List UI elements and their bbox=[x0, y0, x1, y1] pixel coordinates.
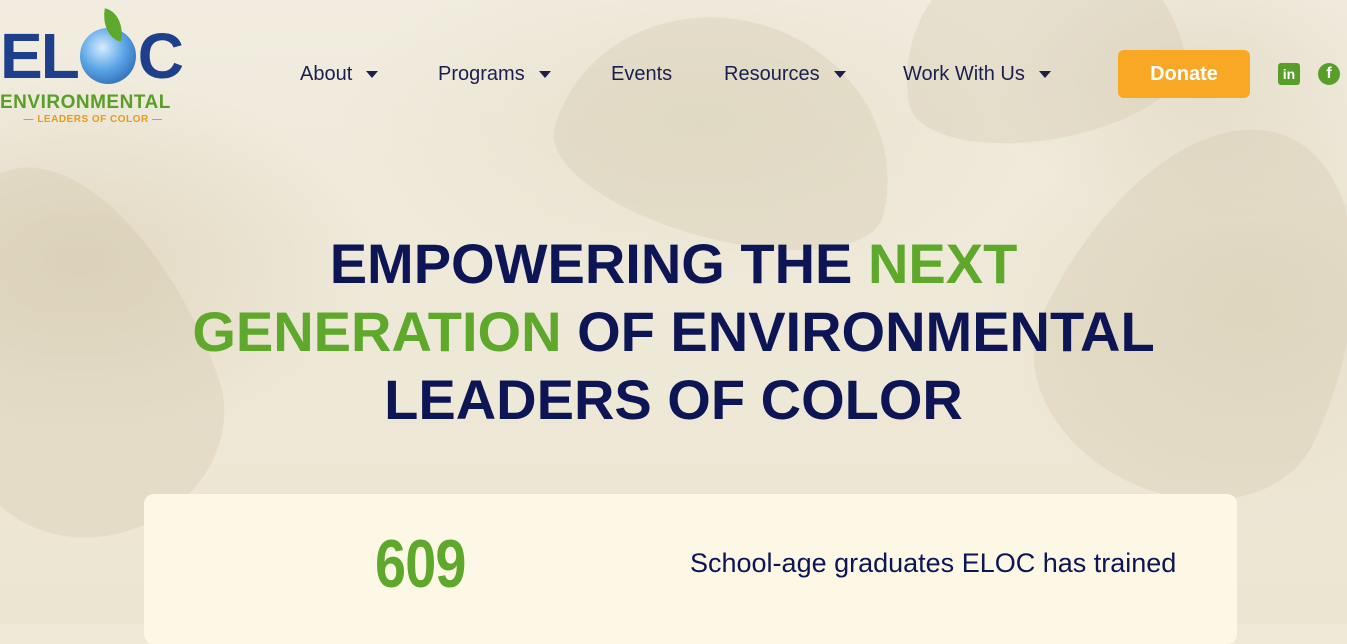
hero-line-2: GENERATION OF ENVIRONMENTAL bbox=[0, 298, 1347, 366]
globe-icon bbox=[79, 28, 136, 84]
hero-accent: GENERATION bbox=[192, 300, 562, 363]
chevron-down-icon bbox=[538, 70, 551, 78]
nav-label: Events bbox=[611, 62, 673, 85]
nav-label: Work With Us bbox=[903, 62, 1025, 85]
linkedin-icon[interactable]: in bbox=[1278, 63, 1300, 85]
nav-item-about[interactable]: About bbox=[300, 62, 379, 86]
nav-item-resources[interactable]: Resources bbox=[724, 62, 846, 86]
hero-heading: EMPOWERING THE NEXT GENERATION OF ENVIRO… bbox=[0, 230, 1347, 434]
logo-tagline: — LEADERS OF COLOR — bbox=[23, 114, 163, 125]
facebook-icon[interactable]: f bbox=[1318, 63, 1340, 85]
stat-label: School-age graduates ELOC has trained bbox=[690, 548, 1177, 578]
hero-line-3: LEADERS OF COLOR bbox=[384, 368, 963, 431]
site-logo[interactable]: EL C ENVIRONMENTAL — LEADERS OF COLOR — bbox=[0, 20, 190, 125]
stat-number: 609 bbox=[375, 526, 466, 602]
hero-text: EMPOWERING THE bbox=[329, 232, 868, 295]
nav-item-events[interactable]: Events bbox=[611, 62, 672, 86]
logo-wordmark: EL C bbox=[0, 20, 184, 92]
nav-item-work-with-us[interactable]: Work With Us bbox=[903, 62, 1051, 86]
logo-name: ENVIRONMENTAL bbox=[0, 92, 171, 113]
nav-label: Resources bbox=[724, 62, 820, 85]
hero-accent: NEXT bbox=[867, 232, 1018, 295]
chevron-down-icon bbox=[833, 70, 846, 78]
hero-line-1: EMPOWERING THE NEXT bbox=[0, 230, 1347, 298]
chevron-down-icon bbox=[1038, 70, 1051, 78]
donate-button[interactable]: Donate bbox=[1118, 50, 1250, 98]
nav-label: Programs bbox=[438, 62, 525, 85]
nav-label: About bbox=[300, 62, 353, 85]
chevron-down-icon bbox=[366, 70, 379, 78]
nav-item-programs[interactable]: Programs bbox=[438, 62, 551, 86]
hero-text: OF ENVIRONMENTAL bbox=[561, 300, 1155, 363]
